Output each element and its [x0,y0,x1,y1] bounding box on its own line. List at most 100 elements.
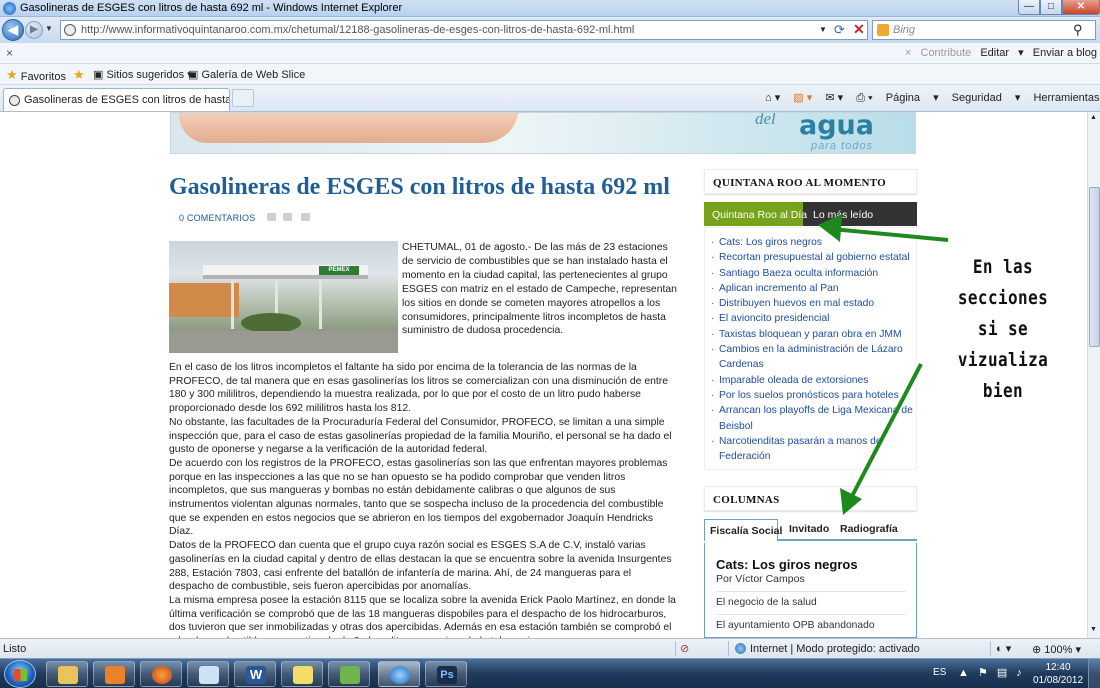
forward-button[interactable]: ▶ [25,21,43,39]
refresh-icon[interactable]: ⟳ [834,22,845,38]
article-title[interactable]: Gasolineras de ESGES con litros de hasta… [169,174,670,201]
news-link[interactable]: Imparable oleada de extorsiones [711,373,916,389]
contribute-button[interactable]: Contribute [921,47,972,59]
zoom-level[interactable]: ⊕ 100% ▾ [1032,643,1081,656]
protected-mode-icon[interactable]: ◐ ▾ [996,642,1011,655]
page-menu[interactable]: Página ▾ [886,92,939,104]
column-tabs: Fiscalía Social Invitado Radiografía [704,517,917,542]
mail-icon[interactable]: ✉ ▾ [825,92,843,104]
news-link[interactable]: Distribuyen huevos en mal estado [711,296,916,312]
gas-station-photo: PEMEX [169,241,398,353]
home-icon[interactable]: ⌂ ▾ [765,92,780,104]
privacy-icon[interactable]: ⊘ [680,642,689,655]
globe-icon [735,643,746,654]
ie-taskbar-button[interactable] [378,661,420,687]
network-taskbar-button[interactable] [328,661,370,687]
app-taskbar-button[interactable] [187,661,229,687]
new-tab-button[interactable] [232,89,254,107]
column-link[interactable]: El ayuntamiento OPB abandonado [716,614,906,631]
language-indicator[interactable]: ES [933,667,946,678]
news-link[interactable]: El avioncito presidencial [711,311,916,327]
close-button[interactable]: ✕ [1062,0,1100,15]
title-bar: Gasolineras de ESGES con litros de hasta… [0,0,1100,17]
vertical-scrollbar[interactable]: ▲ ▼ [1087,112,1100,638]
back-button[interactable]: ◀ [2,19,24,41]
search-icon[interactable]: ⚲ [1073,22,1083,38]
print-icon[interactable]: ⎙ ▾ [856,92,872,104]
news-link[interactable]: Santiago Baeza oculta información [711,266,916,282]
column-title[interactable]: Cats: Los giros negros [716,557,858,572]
media-player-taskbar-button[interactable] [93,661,135,687]
web-slice-gallery-button[interactable]: ▣ Galería de Web Slice [188,68,305,81]
scroll-thumb[interactable] [1089,187,1100,347]
search-box[interactable]: Bing ⚲ [872,20,1096,40]
status-text: Listo [3,643,27,655]
tab-invitado[interactable]: Invitado [789,523,829,535]
zoom-label: 100% [1044,644,1073,656]
news-link[interactable]: Cambios en la administración de Lázaro C… [711,342,916,373]
news-link[interactable]: Cats: Los giros negros [711,235,916,251]
email-icon[interactable] [267,213,276,221]
print-article-icon[interactable] [283,213,292,221]
security-zone[interactable]: Internet | Modo protegido: activado [735,643,920,655]
tab-radiografia[interactable]: Radiografía [840,523,898,535]
news-link[interactable]: Aplican incremento al Pan [711,281,916,297]
article-paragraph: La misma empresa posee la estación 8115 … [169,594,676,638]
page-icon [64,24,76,36]
scroll-up-icon[interactable]: ▲ [1090,114,1097,121]
tab-lo-mas-leido[interactable]: Lo más leído [803,202,873,226]
news-link[interactable]: Narcotienditas pasarán a manos de Federa… [711,434,916,465]
news-link[interactable]: Por los suelos pronósticos para hoteles [711,388,916,404]
photoshop-taskbar-button[interactable]: Ps [425,661,467,687]
ie-window: Gasolineras de ESGES con litros de hasta… [0,0,1100,688]
pdf-icon[interactable] [301,213,310,221]
edit-dropdown-icon[interactable]: ▾ [1018,47,1024,59]
scroll-down-icon[interactable]: ▼ [1090,626,1097,633]
suggested-sites-button[interactable]: ▣ Sitios sugeridos ▾ [93,68,193,81]
favorites-label: Favoritos [20,71,66,83]
ie-icon [3,2,16,15]
security-menu[interactable]: Seguridad ▾ [952,92,1021,104]
water-banner[interactable]: del agua para todos [170,112,916,154]
address-bar[interactable]: http://www.informativoquintanaroo.com.mx… [60,20,868,40]
address-row: ◀ ▶ ▼ http://www.informativoquintanaroo.… [0,17,1100,43]
recent-pages-dropdown[interactable]: ▼ [45,24,53,33]
clock[interactable]: 12:40 01/08/2012 [1033,661,1083,687]
clock-time: 12:40 [1045,662,1071,673]
news-link[interactable]: Recortan presupuestal al gobierno estata… [711,250,916,266]
tools-menu[interactable]: Herramientas ▾ [1033,92,1100,104]
maximize-button[interactable]: □ [1040,0,1062,15]
column-link[interactable]: El negocio de la salud [716,591,906,608]
tab-fiscalia-social[interactable]: Fiscalía Social [704,519,782,542]
word-taskbar-button[interactable]: W [234,661,276,687]
start-button[interactable] [4,660,36,688]
command-bar: ⌂ ▾ ▧ ▾ ✉ ▾ ⎙ ▾ Página ▾ Seguridad ▾ Her… [765,91,1100,105]
notes-taskbar-button[interactable] [281,661,323,687]
toolbar-close-icon[interactable]: × [6,46,13,60]
show-desktop-button[interactable] [1088,659,1100,688]
minimize-button[interactable]: — [1018,0,1040,15]
news-link[interactable]: Taxistas bloquean y paran obra en JMM [711,327,916,343]
security-zone-label: Internet | Modo protegido: activado [750,643,920,655]
contribute-icon[interactable]: × [905,47,911,59]
add-favorites-icon[interactable]: ★ [73,67,85,84]
edit-button[interactable]: Editar [980,47,1009,59]
search-input[interactable]: Bing [893,24,915,36]
favorites-button[interactable]: ★ Favoritos [6,67,66,84]
pemex-sign: PEMEX [319,266,359,275]
banner-foot-text: para todos [811,140,873,152]
system-tray[interactable]: ▲ ⚑ ▤ ♪ [958,666,1025,679]
tab-quintana-roo-al-dia[interactable]: Quintana Roo al Día [704,202,807,226]
address-url[interactable]: http://www.informativoquintanaroo.com.mx… [81,24,634,36]
explorer-taskbar-button[interactable] [46,661,88,687]
comments-link[interactable]: 0 COMENTARIOS [179,213,255,223]
news-link[interactable]: Arrancan los playoffs de Liga Mexicana d… [711,403,916,434]
article-body: En el caso de los litros incompletos el … [169,361,677,638]
status-divider [675,641,676,656]
feeds-icon[interactable]: ▧ ▾ [793,92,812,104]
firefox-taskbar-button[interactable] [140,661,182,687]
address-dropdown-icon[interactable]: ▼ [819,25,827,34]
browser-tab[interactable]: Gasolineras de ESGES con litros de hasta… [3,88,230,111]
send-blog-button[interactable]: Enviar a blog [1033,47,1097,59]
stop-icon[interactable]: ✕ [853,21,865,38]
